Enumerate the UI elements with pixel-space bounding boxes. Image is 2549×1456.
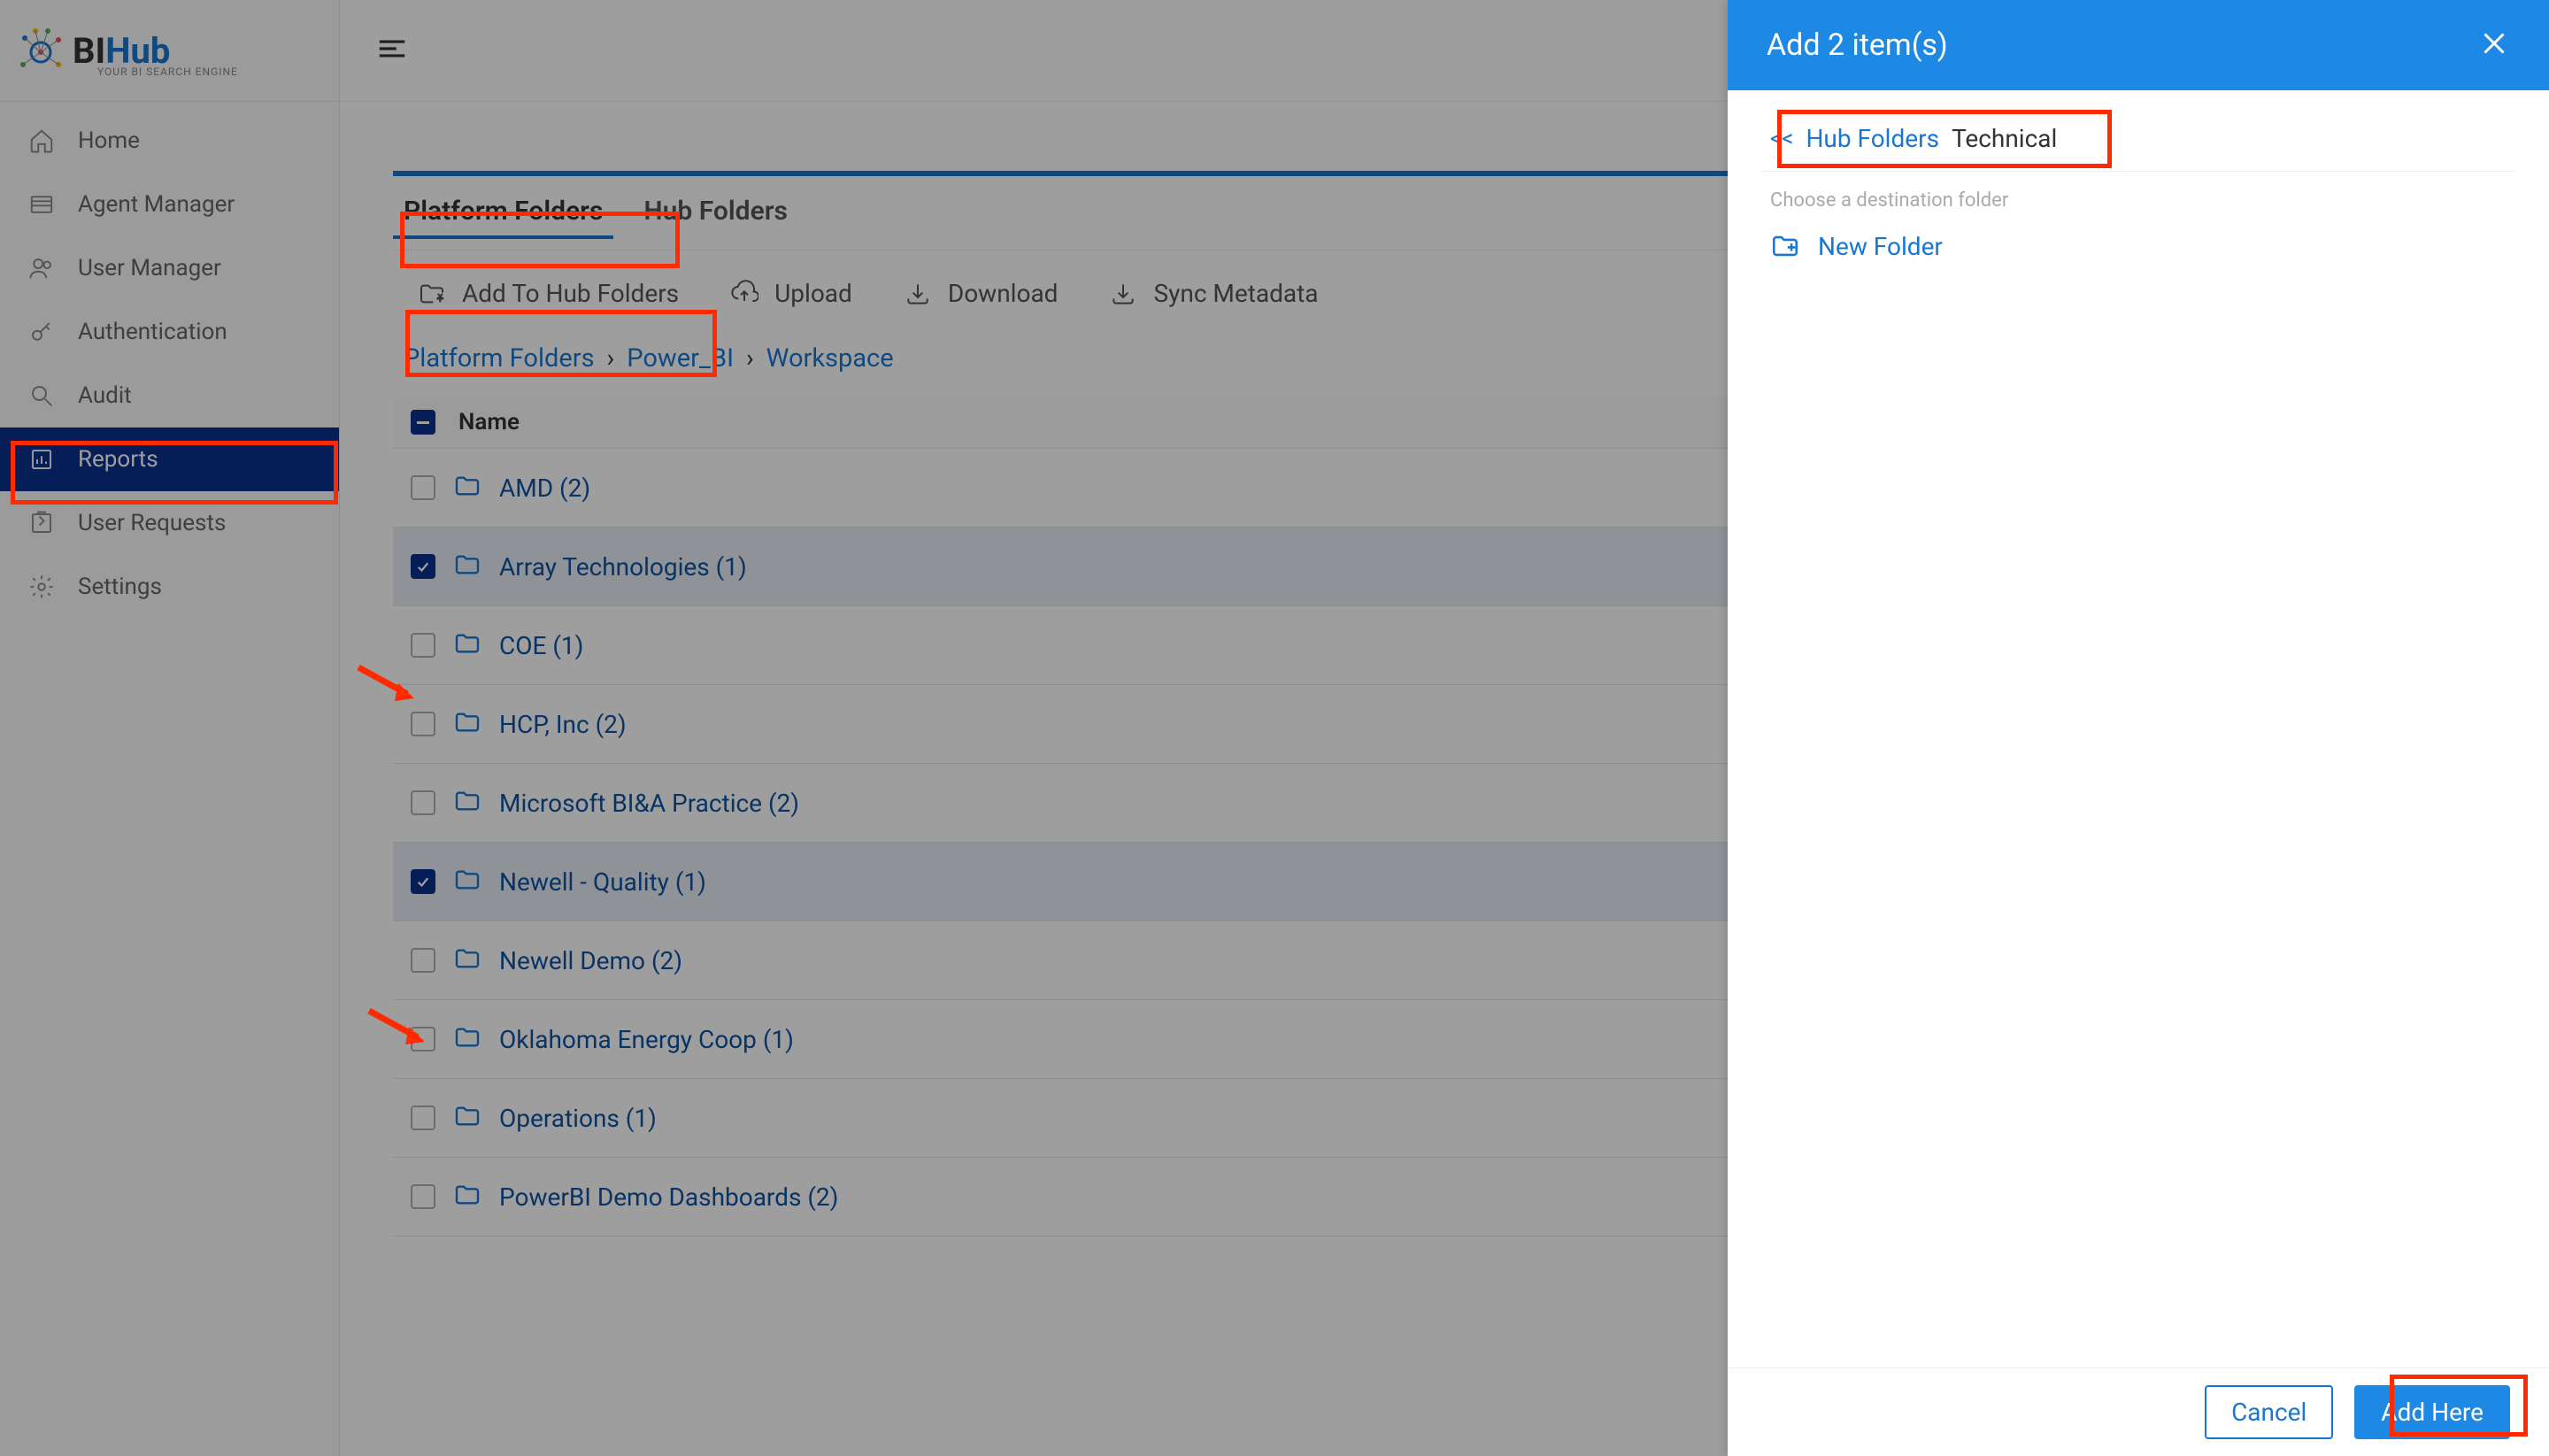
back-chevrons-icon[interactable]: << (1770, 126, 1793, 152)
folder-label: Oklahoma Energy Coop (1) (499, 1025, 794, 1054)
upload-label: Upload (774, 279, 852, 308)
agent-icon (28, 191, 55, 218)
hamburger-icon[interactable] (375, 32, 409, 69)
download-label: Download (948, 279, 1059, 308)
new-folder-label: New Folder (1818, 232, 1943, 261)
folder-label: Newell - Quality (1) (499, 867, 706, 897)
sidebar-item-authentication[interactable]: Authentication (0, 300, 339, 364)
upload-button[interactable]: Upload (716, 270, 866, 317)
row-checkbox[interactable] (411, 948, 435, 973)
folder-icon (453, 1102, 481, 1134)
add-items-panel: Add 2 item(s) << Hub Folders Technical C… (1728, 0, 2549, 1456)
chevron-right-icon: › (746, 343, 754, 374)
download-button[interactable]: Download (889, 270, 1073, 317)
folder-icon (453, 1023, 481, 1055)
breadcrumb-link[interactable]: Workspace (766, 343, 894, 374)
add-to-hub-label: Add To Hub Folders (462, 279, 679, 308)
folder-label: Array Technologies (1) (499, 552, 747, 582)
search-icon (28, 382, 55, 409)
folder-label: COE (1) (499, 631, 583, 660)
panel-breadcrumbs: << Hub Folders Technical (1761, 110, 2515, 172)
breadcrumb-link[interactable]: Platform Folders (404, 343, 595, 374)
panel-title: Add 2 item(s) (1767, 27, 1948, 63)
sync-button[interactable]: Sync Metadata (1095, 270, 1332, 317)
folder-icon (453, 944, 481, 976)
tab-platform-folders[interactable]: Platform Folders (393, 190, 613, 239)
panel-breadcrumb-current: Technical (1952, 124, 2057, 153)
column-header-name: Name (458, 409, 520, 435)
folder-icon (453, 708, 481, 740)
panel-breadcrumb-link[interactable]: Hub Folders (1806, 124, 1939, 153)
panel-footer: Cancel Add Here (1728, 1367, 2549, 1456)
folder-label: HCP, Inc (2) (499, 710, 627, 739)
key-icon (28, 319, 55, 345)
sidebar-item-label: Audit (78, 382, 132, 409)
add-here-button[interactable]: Add Here (2354, 1385, 2510, 1439)
folder-label: Microsoft BI&A Practice (2) (499, 789, 799, 818)
sidebar-item-reports[interactable]: Reports (0, 428, 339, 491)
sidebar-item-user-requests[interactable]: User Requests (0, 491, 339, 555)
folder-label: Newell Demo (2) (499, 946, 682, 975)
sidebar-item-label: Agent Manager (78, 191, 235, 218)
sidebar-item-settings[interactable]: Settings (0, 555, 339, 619)
folder-icon (453, 1181, 481, 1213)
sidebar-item-label: Reports (78, 446, 158, 473)
sidebar: BI Hub YOUR BI SEARCH ENGINE Home Agent … (0, 0, 340, 1456)
sidebar-item-label: User Manager (78, 255, 221, 281)
row-checkbox[interactable] (411, 554, 435, 579)
sidebar-item-label: Home (78, 127, 140, 154)
logo-icon (16, 26, 65, 75)
row-checkbox[interactable] (411, 1105, 435, 1130)
new-folder-button[interactable]: New Folder (1761, 217, 2515, 275)
home-icon (28, 127, 55, 154)
row-checkbox[interactable] (411, 790, 435, 815)
row-checkbox[interactable] (411, 475, 435, 500)
logo-subtitle: YOUR BI SEARCH ENGINE (97, 65, 238, 78)
close-icon[interactable] (2478, 27, 2510, 63)
cancel-button[interactable]: Cancel (2205, 1385, 2333, 1439)
sidebar-item-label: Settings (78, 574, 162, 600)
reports-icon (28, 446, 55, 473)
sidebar-item-agent-manager[interactable]: Agent Manager (0, 173, 339, 236)
gear-icon (28, 574, 55, 600)
sidebar-item-label: Authentication (78, 319, 227, 345)
folder-icon (453, 551, 481, 582)
panel-header: Add 2 item(s) (1728, 0, 2549, 90)
folder-label: Operations (1) (499, 1104, 657, 1133)
folder-label: AMD (2) (499, 474, 590, 503)
row-checkbox[interactable] (411, 633, 435, 658)
add-to-hub-button[interactable]: Add To Hub Folders (404, 270, 693, 317)
logo-area: BI Hub YOUR BI SEARCH ENGINE (0, 0, 339, 102)
folder-icon (453, 787, 481, 819)
requests-icon (28, 510, 55, 536)
sidebar-item-home[interactable]: Home (0, 109, 339, 173)
folder-icon (453, 472, 481, 504)
tab-hub-folders[interactable]: Hub Folders (633, 190, 798, 239)
folder-icon (453, 866, 481, 897)
panel-hint: Choose a destination folder (1761, 172, 2515, 217)
folder-label: PowerBI Demo Dashboards (2) (499, 1183, 838, 1212)
sidebar-item-user-manager[interactable]: User Manager (0, 236, 339, 300)
select-all-checkbox[interactable] (411, 410, 435, 435)
row-checkbox[interactable] (411, 1027, 435, 1052)
row-checkbox[interactable] (411, 712, 435, 736)
sync-label: Sync Metadata (1153, 279, 1318, 308)
sidebar-item-label: User Requests (78, 510, 226, 536)
folder-icon (453, 629, 481, 661)
users-icon (28, 255, 55, 281)
chevron-right-icon: › (607, 343, 615, 374)
row-checkbox[interactable] (411, 869, 435, 894)
row-checkbox[interactable] (411, 1184, 435, 1209)
breadcrumb-link[interactable]: Power_BI (627, 343, 734, 374)
sidebar-item-audit[interactable]: Audit (0, 364, 339, 428)
new-folder-icon (1770, 231, 1800, 261)
